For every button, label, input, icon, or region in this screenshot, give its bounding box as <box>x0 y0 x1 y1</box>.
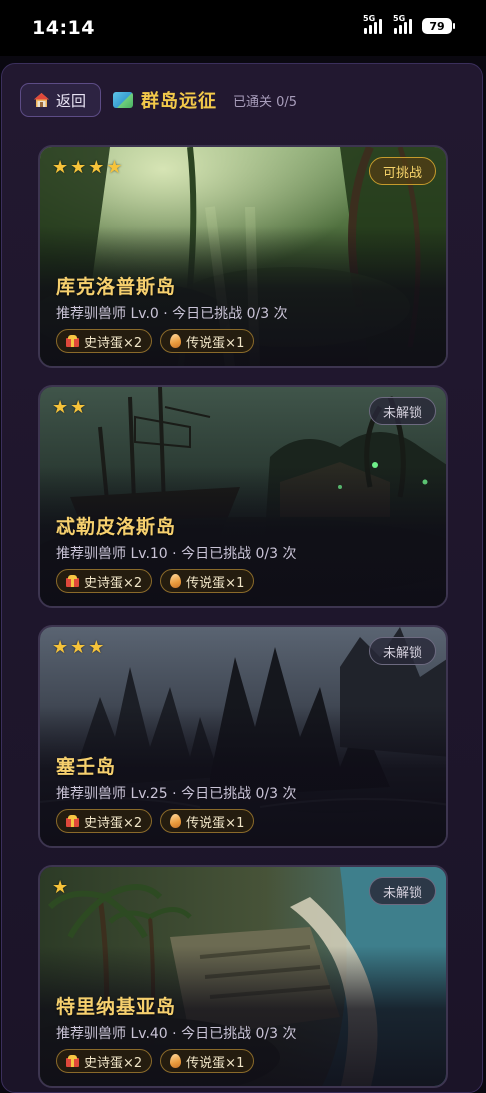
reward-legend-egg: 传说蛋×1 <box>160 809 255 833</box>
panel-header: 返回 群岛远征 已通关 0/5 <box>20 82 472 118</box>
star-icon: ★ <box>88 157 105 178</box>
status-time: 14:14 <box>32 17 95 39</box>
difficulty-stars: ★ <box>52 879 68 897</box>
star-icon: ★ <box>52 397 69 418</box>
island-info: 推荐驯兽师 Lv.0 · 今日已挑战 0/3 次 <box>56 306 288 322</box>
island-card-3[interactable]: ★ ★ ★ 未解锁 塞壬岛 推荐驯兽师 Lv.25 · 今日已挑战 0/3 次 史诗… <box>38 625 448 848</box>
signal-label: 5G <box>393 14 406 23</box>
egg-icon <box>170 1054 182 1068</box>
reward-epic-egg: 史诗蛋×2 <box>56 569 153 593</box>
star-icon: ★ <box>52 637 69 658</box>
reward-list: 史诗蛋×2 传说蛋×1 <box>56 809 255 833</box>
back-button[interactable]: 返回 <box>20 83 102 117</box>
island-info: 推荐驯兽师 Lv.10 · 今日已挑战 0/3 次 <box>56 546 297 562</box>
home-icon <box>34 93 49 107</box>
status-badge: 未解锁 <box>368 877 436 905</box>
reward-label: 史诗蛋×2 <box>84 575 143 591</box>
reward-legend-egg: 传说蛋×1 <box>160 1049 255 1073</box>
star-icon: ★ <box>70 397 87 418</box>
egg-icon <box>170 574 182 588</box>
gift-icon <box>66 1055 79 1067</box>
reward-epic-egg: 史诗蛋×2 <box>56 1049 153 1073</box>
reward-label: 传说蛋×1 <box>186 335 245 351</box>
reward-legend-egg: 传说蛋×1 <box>160 329 255 353</box>
star-icon: ★ <box>106 157 123 178</box>
signal-label: 5G <box>363 14 376 23</box>
egg-icon <box>170 814 182 828</box>
island-card-1[interactable]: ★ ★ ★ ★ 可挑战 库克洛普斯岛 推荐驯兽师 Lv.0 · 今日已挑战 0/3 次… <box>38 145 448 368</box>
reward-epic-egg: 史诗蛋×2 <box>56 809 153 833</box>
status-badge[interactable]: 可挑战 <box>368 157 436 185</box>
gift-icon <box>66 575 79 587</box>
signal-icon: 5G <box>393 14 412 34</box>
reward-list: 史诗蛋×2 传说蛋×1 <box>56 569 255 593</box>
island-card-4[interactable]: ★ 未解锁 特里纳基亚岛 推荐驯兽师 Lv.40 · 今日已挑战 0/3 次 史… <box>38 865 448 1088</box>
clear-progress: 已通关 0/5 <box>233 94 298 110</box>
reward-label: 史诗蛋×2 <box>84 815 143 831</box>
island-info: 推荐驯兽师 Lv.40 · 今日已挑战 0/3 次 <box>56 1026 297 1042</box>
island-info: 推荐驯兽师 Lv.25 · 今日已挑战 0/3 次 <box>56 786 297 802</box>
difficulty-stars: ★ ★ ★ ★ <box>52 159 123 177</box>
star-icon: ★ <box>70 637 87 658</box>
gift-icon <box>66 335 79 347</box>
reward-label: 史诗蛋×2 <box>84 335 143 351</box>
reward-label: 传说蛋×1 <box>186 575 245 591</box>
signal-icon: 5G <box>363 14 382 34</box>
title-group: 群岛远征 已通关 0/5 <box>113 87 297 113</box>
reward-legend-egg: 传说蛋×1 <box>160 569 255 593</box>
reward-label: 传说蛋×1 <box>186 1055 245 1071</box>
island-name: 塞壬岛 <box>56 756 117 778</box>
reward-list: 史诗蛋×2 传说蛋×1 <box>56 1049 255 1073</box>
star-icon: ★ <box>70 157 87 178</box>
reward-epic-egg: 史诗蛋×2 <box>56 329 153 353</box>
star-icon: ★ <box>88 637 105 658</box>
star-icon: ★ <box>52 877 69 898</box>
island-name: 忒勒皮洛斯岛 <box>56 516 177 538</box>
status-badge: 未解锁 <box>368 397 436 425</box>
island-card-2[interactable]: ★ ★ 未解锁 忒勒皮洛斯岛 推荐驯兽师 Lv.10 · 今日已挑战 0/3 次 … <box>38 385 448 608</box>
battery-level: 79 <box>429 19 445 33</box>
island-name: 特里纳基亚岛 <box>56 996 177 1018</box>
status-indicators: 5G 5G 79 <box>363 14 455 34</box>
gift-icon <box>66 815 79 827</box>
map-icon <box>113 92 134 108</box>
battery-icon: 79 <box>422 18 455 34</box>
status-badge: 未解锁 <box>368 637 436 665</box>
island-name: 库克洛普斯岛 <box>56 276 177 298</box>
status-bar: 14:14 5G 5G 79 <box>0 0 486 56</box>
reward-list: 史诗蛋×2 传说蛋×1 <box>56 329 255 353</box>
reward-label: 传说蛋×1 <box>186 815 245 831</box>
difficulty-stars: ★ ★ ★ <box>52 639 104 657</box>
reward-label: 史诗蛋×2 <box>84 1055 143 1071</box>
page-title: 群岛远征 <box>141 91 218 112</box>
back-label: 返回 <box>56 91 87 110</box>
difficulty-stars: ★ ★ <box>52 399 86 417</box>
egg-icon <box>170 334 182 348</box>
star-icon: ★ <box>52 157 69 178</box>
